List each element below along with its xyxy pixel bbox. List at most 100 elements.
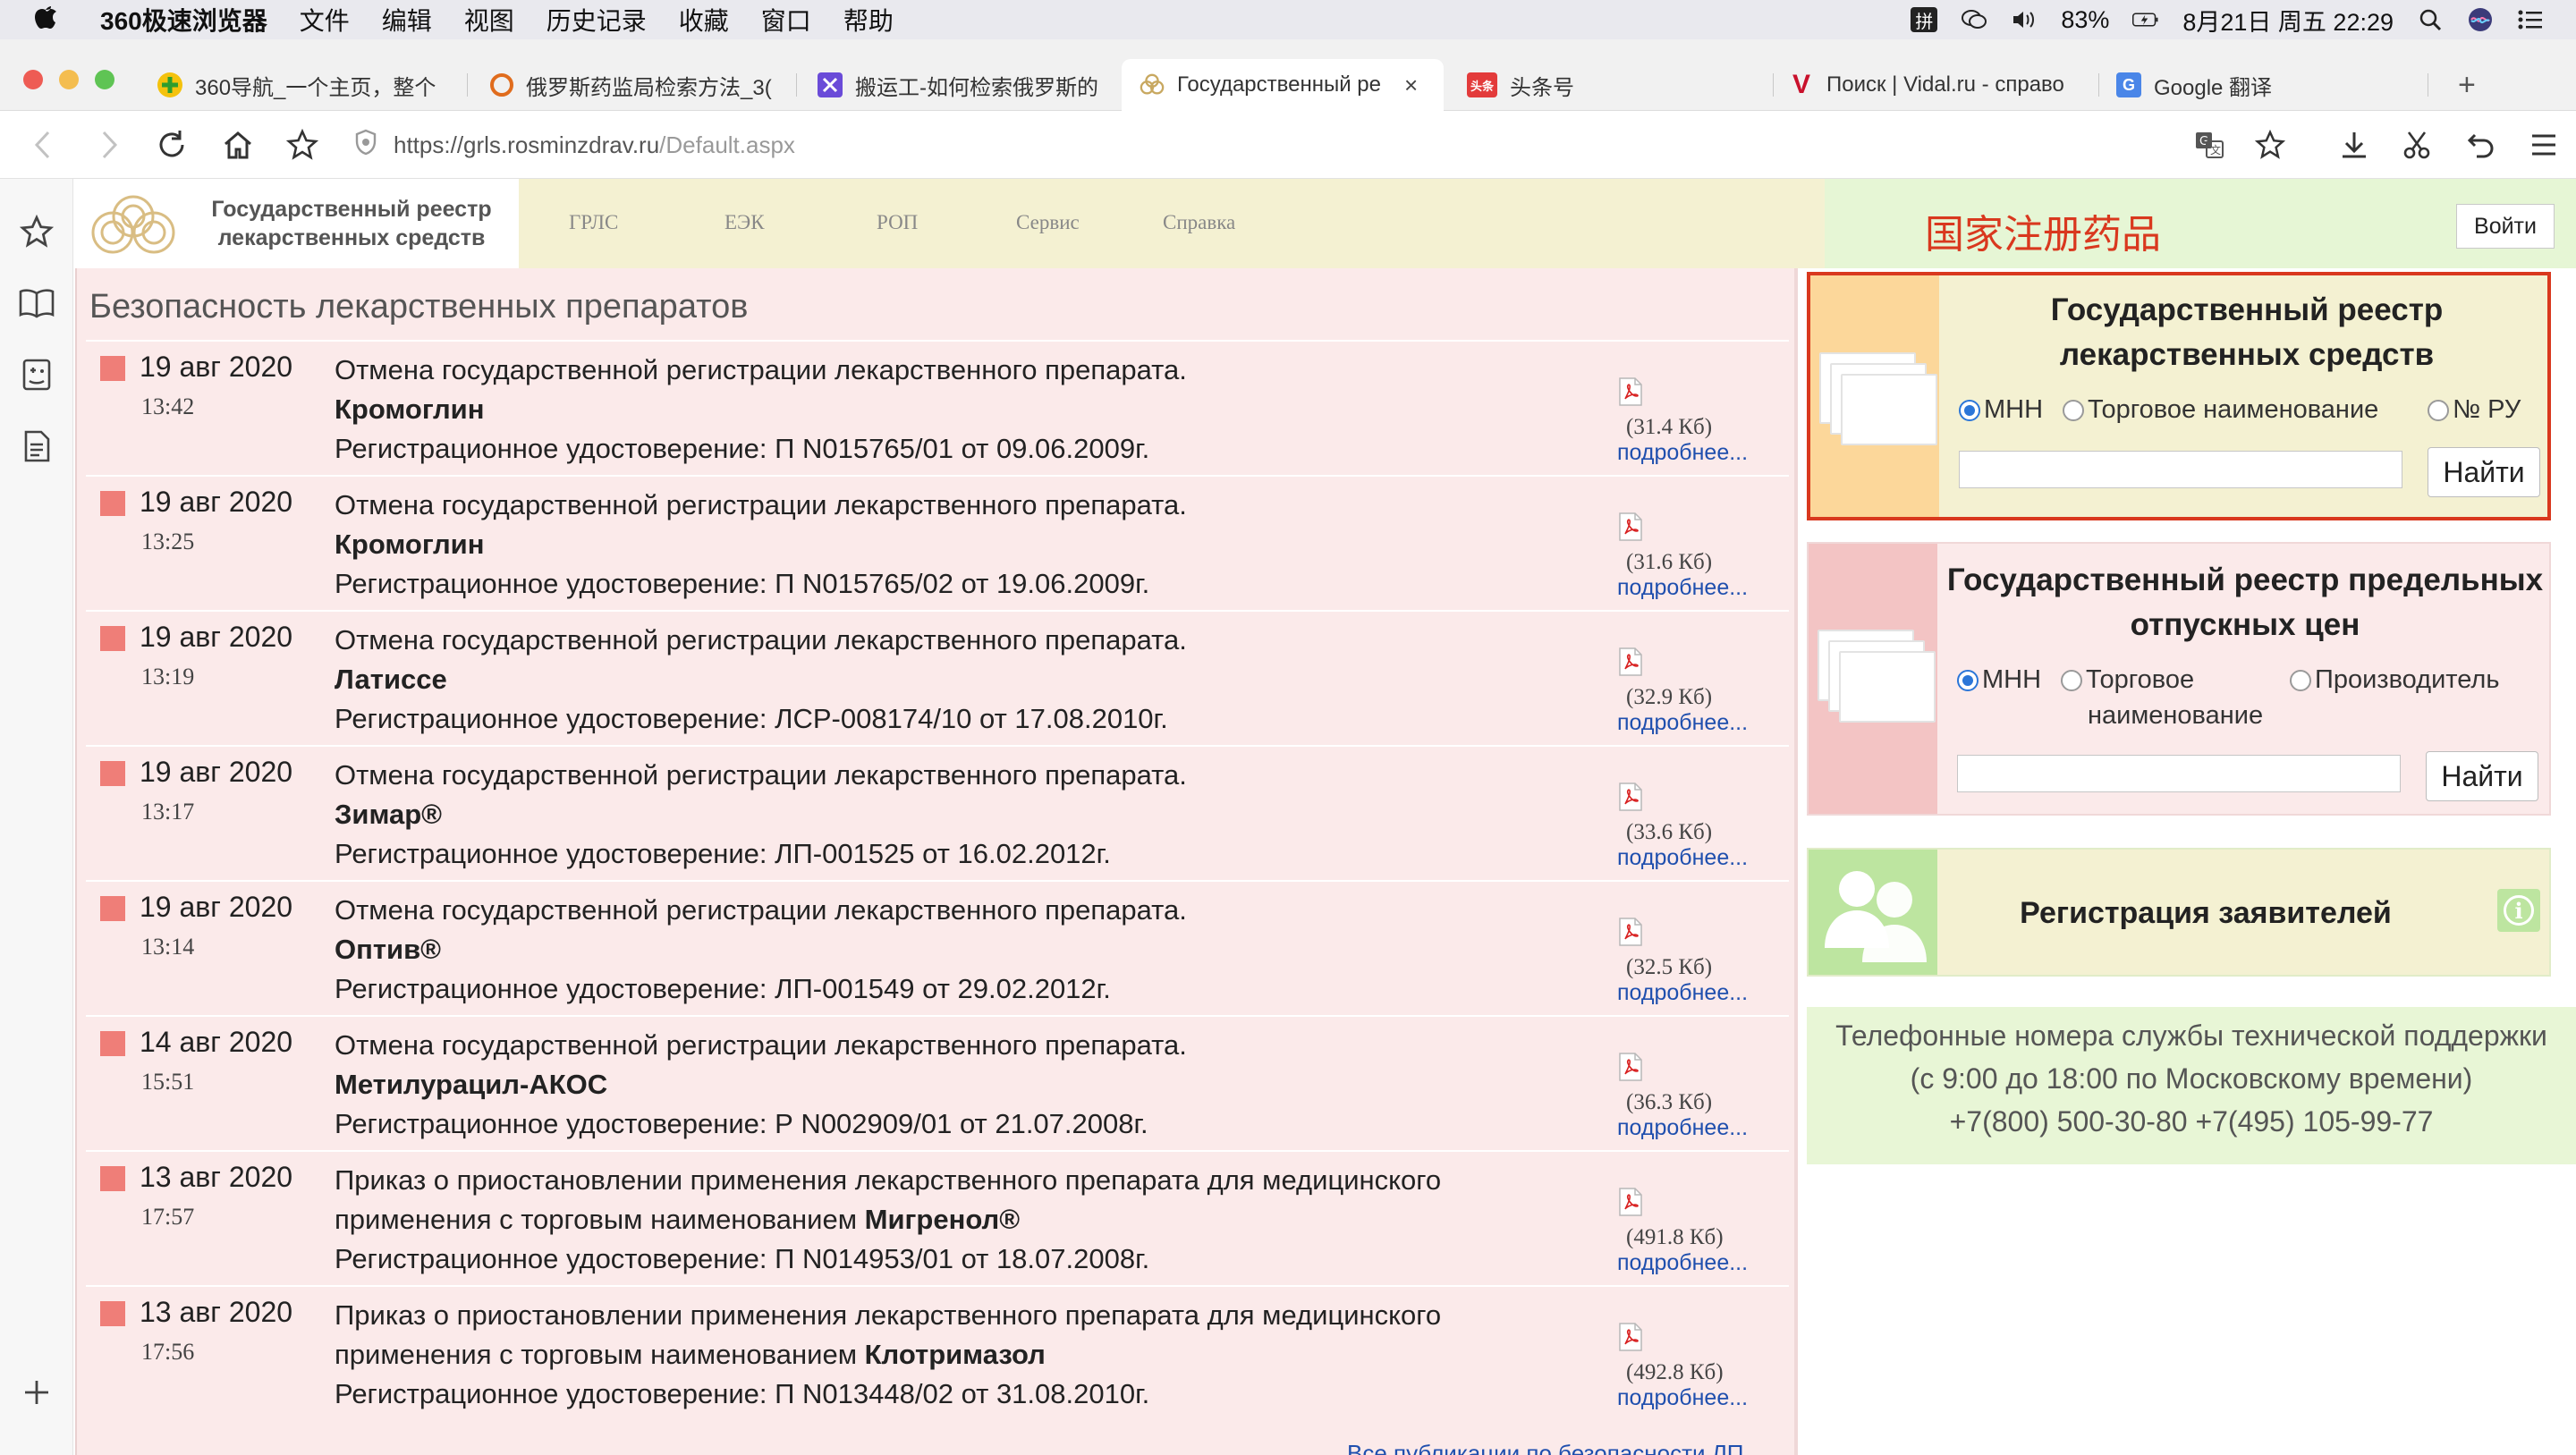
translate-icon[interactable]: G文 [2190,125,2229,165]
file-size: (33.6 Кб) [1626,820,1713,844]
apple-icon[interactable] [34,3,73,37]
shield-icon[interactable] [354,129,377,162]
tab-russian-fda-search[interactable]: 俄罗斯药监局检索方法_3( [490,59,785,111]
more-details-link[interactable]: подробнее... [1617,710,1748,736]
nav-help[interactable]: Справка [1163,211,1235,234]
pdf-icon[interactable] [1617,918,1644,946]
registry-find-button[interactable]: Найти [2428,447,2540,497]
publication-date: 19 авг 2020 [140,891,293,923]
more-details-link[interactable]: подробнее... [1617,1115,1748,1141]
tab-vidal[interactable]: V Поиск | Vidal.ru - справо [1789,59,2084,111]
price-radio-maker-control[interactable] [2290,669,2311,691]
bookmark-star-icon[interactable] [283,125,322,165]
price-find-button[interactable]: Найти [2426,751,2538,801]
favorites-star-icon[interactable] [18,213,55,250]
wechat-icon[interactable] [1961,7,1987,32]
price-radio-mnn[interactable]: МНН [1957,665,2041,695]
tab-grls-active[interactable]: Государственный ре × [1122,59,1444,111]
more-details-link[interactable]: подробнее... [1617,575,1748,601]
publication-time: 13:19 [141,664,195,689]
input-method-icon[interactable]: 拼 [1911,7,1938,32]
address-bar[interactable]: https://grls.rosminzdrav.ru /Default.asp… [354,125,2313,165]
menu-file[interactable]: 文件 [300,2,350,38]
pdf-icon[interactable] [1617,1053,1644,1081]
notes-document-icon[interactable] [18,427,55,465]
radio-ru-label: № РУ [2453,395,2521,424]
all-publications-link[interactable]: Все публикации по безопасности ЛП... [1347,1440,1763,1455]
reload-icon[interactable] [152,125,191,165]
radio-mnn-label: МНН [1984,395,2044,424]
price-search-input[interactable] [1957,755,2401,792]
url-path: /Default.aspx [659,131,795,158]
spotlight-search-icon[interactable] [2417,7,2444,32]
siri-icon[interactable] [2467,7,2494,32]
menu-history[interactable]: 历史记录 [547,2,647,38]
pdf-icon[interactable] [1617,1188,1644,1216]
tab-porter[interactable]: 搬运工-如何检索俄罗斯的 [818,59,1113,111]
pdf-icon[interactable] [1617,647,1644,676]
add-sidebar-item-icon[interactable] [18,1374,55,1411]
tab-close-icon[interactable]: × [1404,72,1418,99]
download-icon[interactable] [2334,125,2374,165]
site-logo[interactable]: Государственный реестр лекарственных сре… [73,179,519,268]
nav-eek[interactable]: ЕЭК [724,211,765,234]
publication-certificate: Регистрационное удостоверение: ЛП-001549… [335,973,1111,1004]
nav-rop[interactable]: РОП [877,211,918,234]
home-icon[interactable] [218,125,258,165]
battery-icon[interactable] [2132,7,2159,32]
window-zoom-button[interactable] [95,70,114,89]
radio-mnn[interactable]: МНН [1959,395,2043,425]
login-button[interactable]: Войти [2456,204,2555,249]
info-icon[interactable]: i [2497,889,2540,932]
menu-edit[interactable]: 编辑 [382,2,432,38]
pdf-icon[interactable] [1617,377,1644,406]
menu-window[interactable]: 窗口 [761,2,811,38]
back-button[interactable] [23,125,63,165]
menu-icon[interactable] [2524,125,2563,165]
radio-trade-name[interactable]: Торговое наименование [2063,395,2378,425]
menu-view[interactable]: 视图 [464,2,514,38]
price-radio-trade[interactable]: Торговое [2061,665,2194,695]
radio-ru-number[interactable]: № РУ [2428,395,2521,425]
tab-google-translate[interactable]: G Google 翻译 [2116,59,2411,111]
price-radio-trade-control[interactable] [2061,669,2082,691]
tab-strip: 360导航_一个主页，整个 俄罗斯药监局检索方法_3( 搬运工-如何检索俄罗斯的… [0,39,2576,111]
pdf-icon[interactable] [1617,782,1644,811]
price-radio-mnn-control[interactable] [1957,669,1979,691]
publication-date: 14 авг 2020 [140,1026,293,1058]
more-details-link[interactable]: подробнее... [1617,1250,1748,1276]
window-minimize-button[interactable] [59,70,79,89]
notification-center-icon[interactable] [2517,7,2544,32]
price-radio-maker[interactable]: Производитель [2290,665,2499,695]
undo-icon[interactable] [2462,125,2501,165]
scissors-icon[interactable] [2397,125,2436,165]
radio-trade-control[interactable] [2063,399,2084,421]
volume-icon[interactable] [2011,7,2038,32]
menu-help[interactable]: 帮助 [843,2,894,38]
forward-button[interactable] [89,125,129,165]
clock[interactable]: 8月21日 周五 22:29 [2182,3,2394,38]
nav-service[interactable]: Сервис [1016,211,1080,234]
applicant-registration-widget[interactable]: Регистрация заявителей i [1807,848,2551,977]
menu-app-name[interactable]: 360极速浏览器 [100,2,267,38]
pdf-icon[interactable] [1617,1323,1644,1351]
nav-grls[interactable]: ГРЛС [569,211,618,234]
publication-text: Отмена государственной регистрации лекар… [335,891,1623,1009]
new-tab-button[interactable]: + [2458,68,2476,103]
reading-book-icon[interactable] [18,284,55,322]
more-details-link[interactable]: подробнее... [1617,1385,1748,1411]
game-cartridge-icon[interactable] [18,356,55,393]
favorite-star-icon[interactable] [2250,125,2290,165]
menu-favorites[interactable]: 收藏 [679,2,729,38]
radio-ru-control[interactable] [2428,399,2449,421]
registry-search-input[interactable] [1959,451,2402,488]
more-details-link[interactable]: подробнее... [1617,440,1748,466]
more-details-link[interactable]: подробнее... [1617,845,1748,871]
more-details-link[interactable]: подробнее... [1617,980,1748,1006]
radio-mnn-control[interactable] [1959,399,1980,421]
tab-360-nav[interactable]: 360导航_一个主页，整个 [157,59,453,111]
window-close-button[interactable] [23,70,43,89]
file-size: (31.6 Кб) [1626,550,1713,574]
pdf-icon[interactable] [1617,512,1644,541]
tab-toutiao[interactable]: 头条 头条号 [1467,59,1762,111]
